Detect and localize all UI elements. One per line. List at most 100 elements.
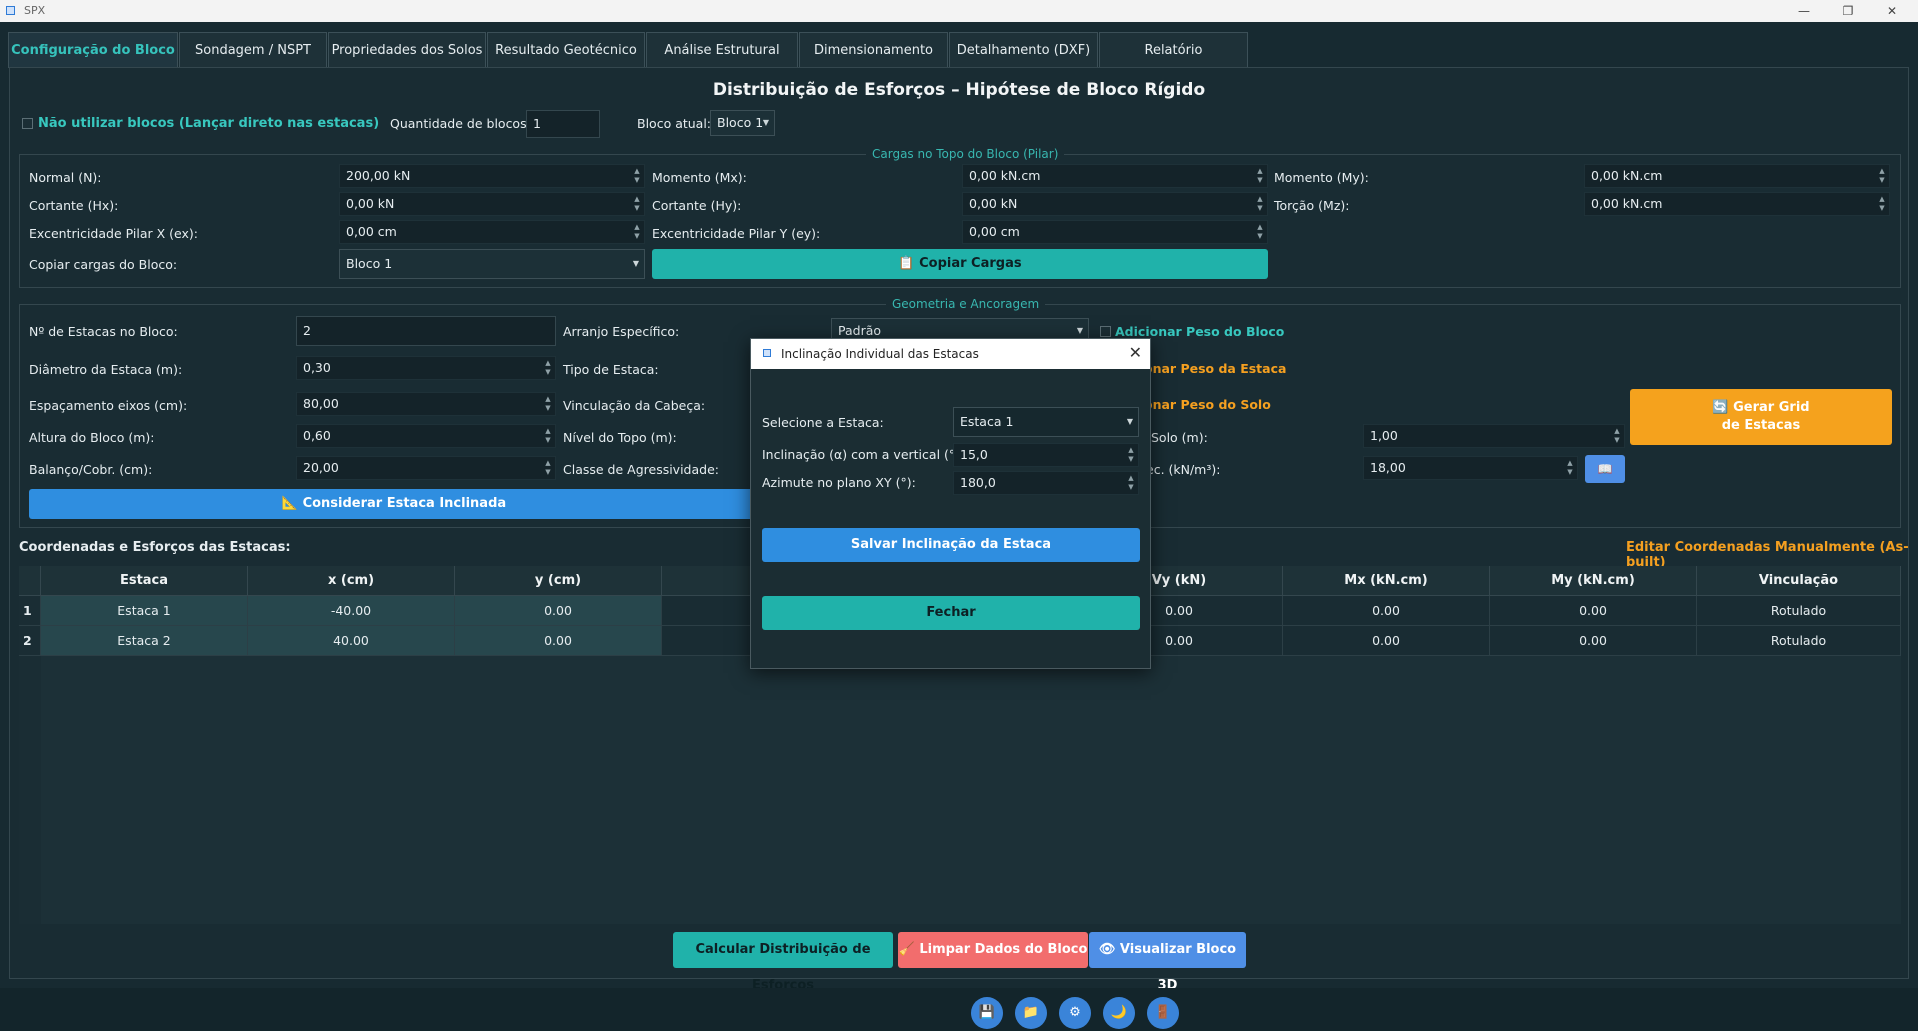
spin-arrows-icon[interactable]: ▲ ▼ [1877, 167, 1887, 185]
tab-dimensionamento[interactable]: Dimensionamento [799, 32, 948, 68]
hx-input[interactable]: 0,00 kN ▲ ▼ [339, 192, 645, 216]
col-header-my[interactable]: My (kN.cm) [1490, 566, 1697, 596]
cell-vinculacao[interactable]: Rotulado [1697, 626, 1901, 656]
col-header-mx[interactable]: Mx (kN.cm) [1283, 566, 1490, 596]
cell-vinculacao[interactable]: Rotulado [1697, 596, 1901, 626]
cell-x[interactable]: 40.00 [248, 626, 455, 656]
mz-input[interactable]: 0,00 kN.cm ▲ ▼ [1584, 192, 1890, 216]
save-icon[interactable]: 💾 [971, 997, 1003, 1029]
gear-icon[interactable]: ⚙ [1059, 997, 1091, 1029]
moon-icon[interactable]: 🌙 [1103, 997, 1135, 1029]
spin-arrows-icon[interactable]: ▲ ▼ [543, 395, 553, 413]
cover-label: Balanço/Cobr. (cm): [29, 462, 153, 477]
cell-estaca[interactable]: Estaca 2 [41, 626, 248, 656]
inclined-pile-button[interactable]: 📐 Considerar Estaca Inclinada [29, 489, 759, 519]
ey-input[interactable]: 0,00 cm ▲ ▼ [962, 220, 1268, 244]
spin-arrows-icon[interactable]: ▲ ▼ [1126, 446, 1136, 464]
tab-detalhamento[interactable]: Detalhamento (DXF) [949, 32, 1098, 68]
copy-loads-button[interactable]: 📋 Copiar Cargas [652, 249, 1268, 279]
folder-icon[interactable]: 📁 [1015, 997, 1047, 1029]
soil-height-input[interactable]: 1,00 ▲ ▼ [1363, 424, 1625, 448]
tab-sondagem[interactable]: Sondagem / NSPT [179, 32, 327, 68]
select-pile-label: Selecione a Estaca: [762, 415, 884, 430]
spin-arrows-icon[interactable]: ▲ ▼ [1877, 195, 1887, 213]
cell-my[interactable]: 0.00 [1490, 626, 1697, 656]
spin-arrows-icon[interactable]: ▲ ▼ [1612, 427, 1622, 445]
diameter-label: Diâmetro da Estaca (m): [29, 362, 183, 377]
spin-arrows-icon[interactable]: ▲ ▼ [632, 223, 642, 241]
book-icon-button[interactable]: 📖 [1585, 455, 1625, 483]
soil-gamma-input[interactable]: 18,00 ▲ ▼ [1363, 456, 1578, 480]
cell-y[interactable]: 0.00 [455, 596, 662, 626]
close-dialog-button[interactable]: Fechar [762, 596, 1140, 630]
spacing-input[interactable]: 80,00 ▲ ▼ [296, 392, 556, 416]
spacing-label: Espaçamento eixos (cm): [29, 398, 188, 413]
inclination-input[interactable]: 15,0 ▲ ▼ [953, 443, 1139, 467]
diameter-input[interactable]: 0,30 ▲ ▼ [296, 356, 556, 380]
azimuth-input[interactable]: 180,0 ▲ ▼ [953, 471, 1139, 495]
spin-arrows-icon[interactable]: ▲ ▼ [543, 427, 553, 445]
maximize-button[interactable]: ❐ [1828, 2, 1868, 20]
minimize-button[interactable]: — [1784, 2, 1824, 20]
mx-input[interactable]: 0,00 kN.cm ▲ ▼ [962, 164, 1268, 188]
spin-arrows-icon[interactable]: ▲ ▼ [1255, 223, 1265, 241]
spin-arrows-icon[interactable]: ▲ ▼ [1565, 459, 1575, 477]
spin-arrows-icon[interactable]: ▲ ▼ [543, 359, 553, 377]
tab-bar: Configuração do Bloco Sondagem / NSPT Pr… [8, 32, 1249, 68]
block-weight-checkbox[interactable] [1100, 326, 1111, 337]
col-header-x[interactable]: x (cm) [248, 566, 455, 596]
col-header-y[interactable]: y (cm) [455, 566, 662, 596]
spin-arrows-icon[interactable]: ▲ ▼ [632, 195, 642, 213]
col-header-vinculacao[interactable]: Vinculação [1697, 566, 1901, 596]
spin-arrows-icon[interactable]: ▲ ▼ [1126, 474, 1136, 492]
view-3d-button[interactable]: 👁 Visualizar Bloco 3D [1089, 932, 1246, 993]
app-icon [6, 6, 15, 15]
col-header-estaca[interactable]: Estaca [41, 566, 248, 596]
n-piles-input[interactable]: 2 [296, 316, 556, 346]
chevron-down-icon: ▼ [762, 118, 769, 127]
hx-label: Cortante (Hx): [29, 198, 119, 213]
n-piles-value: 2 [303, 323, 311, 338]
table-corner [19, 566, 41, 596]
refresh-icon: 🔄 [1712, 400, 1734, 415]
cell-estaca[interactable]: Estaca 1 [41, 596, 248, 626]
azimuth-label: Azimute no plano XY (°): [762, 475, 916, 490]
ex-input[interactable]: 0,00 cm ▲ ▼ [339, 220, 645, 244]
dialog-close-icon[interactable]: ✕ [1129, 343, 1142, 362]
tab-configuracao[interactable]: Configuração do Bloco [8, 32, 178, 68]
normal-input[interactable]: 200,00 kN ▲ ▼ [339, 164, 645, 188]
qty-blocks-value: 1 [533, 116, 541, 131]
cell-y[interactable]: 0.00 [455, 626, 662, 656]
clear-block-button[interactable]: 🧹 Limpar Dados do Bloco [898, 932, 1088, 968]
copy-loads-select[interactable]: Bloco 1 ▼ [339, 249, 645, 279]
hy-input[interactable]: 0,00 kN ▲ ▼ [962, 192, 1268, 216]
ey-label: Excentricidade Pilar Y (ey): [652, 226, 821, 241]
cell-mx[interactable]: 0.00 [1283, 596, 1490, 626]
cover-input[interactable]: 20,00 ▲ ▼ [296, 456, 556, 480]
my-input[interactable]: 0,00 kN.cm ▲ ▼ [1584, 164, 1890, 188]
cell-mx[interactable]: 0.00 [1283, 626, 1490, 656]
cell-x[interactable]: -40.00 [248, 596, 455, 626]
soil-height-label: Solo (m): [1151, 430, 1208, 445]
cell-my[interactable]: 0.00 [1490, 596, 1697, 626]
block-height-input[interactable]: 0,60 ▲ ▼ [296, 424, 556, 448]
block-height-value: 0,60 [303, 428, 331, 443]
tab-propriedades[interactable]: Propriedades dos Solos [328, 32, 486, 68]
spin-arrows-icon[interactable]: ▲ ▼ [1255, 195, 1265, 213]
current-block-select[interactable]: Bloco 1 ▼ [710, 110, 775, 136]
pile-type-label: Tipo de Estaca: [563, 362, 659, 377]
generate-grid-button[interactable]: 🔄 Gerar Grid de Estacas [1630, 389, 1892, 445]
tab-relatorio[interactable]: Relatório [1099, 32, 1248, 68]
spin-arrows-icon[interactable]: ▲ ▼ [1255, 167, 1265, 185]
exit-icon[interactable]: 🚪 [1147, 997, 1179, 1029]
spin-arrows-icon[interactable]: ▲ ▼ [632, 167, 642, 185]
calculate-button[interactable]: Calcular Distribuição de Esforços [673, 932, 893, 993]
tab-resultado[interactable]: Resultado Geotécnico [487, 32, 645, 68]
no-blocks-checkbox[interactable] [22, 118, 33, 129]
tab-analise[interactable]: Análise Estrutural [646, 32, 798, 68]
qty-blocks-input[interactable]: 1 [526, 110, 600, 138]
select-pile-combo[interactable]: Estaca 1 ▼ [953, 407, 1139, 437]
save-inclination-button[interactable]: Salvar Inclinação da Estaca [762, 528, 1140, 562]
spin-arrows-icon[interactable]: ▲ ▼ [543, 459, 553, 477]
close-window-button[interactable]: ✕ [1872, 2, 1912, 20]
